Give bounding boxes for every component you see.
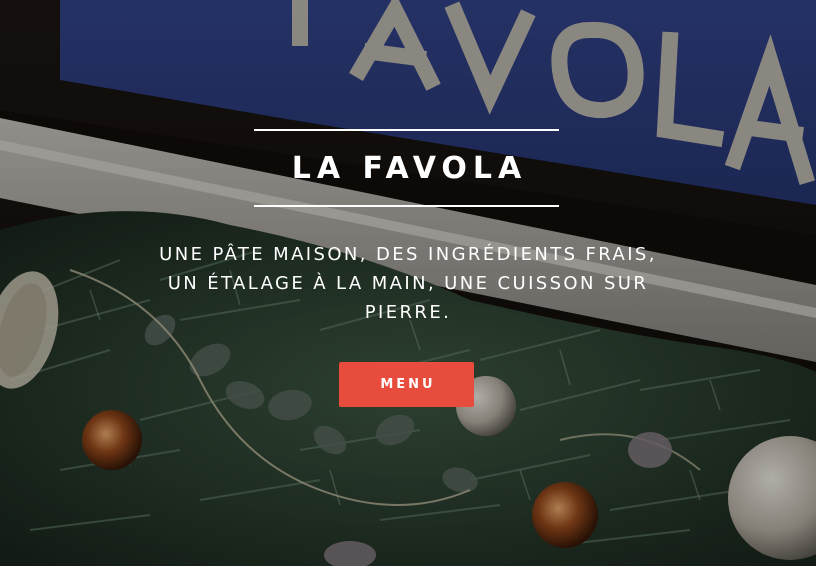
hero-section: LA FAVOLA UNE PÂTE MAISON, DES INGRÉDIEN… xyxy=(0,0,816,566)
tagline: UNE PÂTE MAISON, DES INGRÉDIENTS FRAIS, … xyxy=(159,244,657,323)
title-frame: LA FAVOLA xyxy=(254,129,559,207)
menu-button[interactable]: MENU xyxy=(339,362,474,407)
hero-content: LA FAVOLA UNE PÂTE MAISON, DES INGRÉDIEN… xyxy=(0,0,816,566)
site-title: LA FAVOLA xyxy=(291,150,528,186)
